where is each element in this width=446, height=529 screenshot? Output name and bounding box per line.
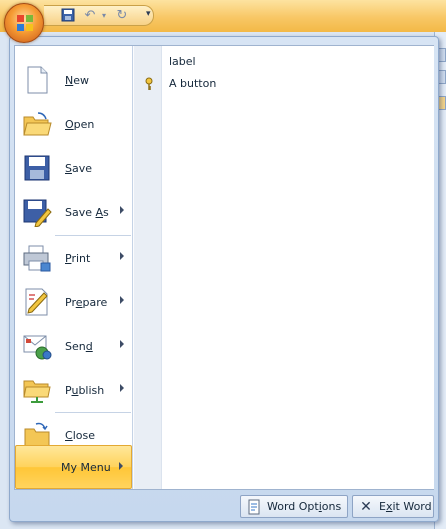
menu-item-label: Send <box>65 339 93 353</box>
submenu-label: label <box>169 55 196 68</box>
word-options-label: Word Options <box>267 500 342 513</box>
quick-access-toolbar: ↶ ▾ ↻ ▾ <box>0 0 446 32</box>
submenu-arrow-icon <box>120 296 124 304</box>
office-button[interactable] <box>4 3 44 43</box>
menu-item-label: My Menu <box>61 460 111 474</box>
menu-item-open[interactable]: Open <box>16 102 132 146</box>
submenu-arrow-icon <box>120 206 124 214</box>
exit-word-button[interactable]: ✕ Exit Word <box>352 495 434 518</box>
menu-command-list: New Open Save Save As Print Prepare Send… <box>15 46 133 489</box>
exit-word-label: Exit Word <box>379 500 432 513</box>
menu-item-send[interactable]: Send <box>16 324 132 368</box>
menu-item-label: Save <box>65 161 93 175</box>
undo-dropdown-icon[interactable]: ▾ <box>96 8 112 24</box>
menu-item-label: Publish <box>65 383 105 397</box>
menu-item-label: Print <box>65 251 91 265</box>
redo-icon[interactable]: ↻ <box>114 8 130 24</box>
prepare-pencil-icon <box>22 287 52 317</box>
menu-item-publish[interactable]: Publish <box>16 368 132 412</box>
submenu-a-button[interactable]: A button <box>169 77 216 90</box>
submenu-arrow-icon <box>120 340 124 348</box>
send-mail-icon <box>22 331 52 361</box>
office-menu-body: New Open Save Save As Print Prepare Send… <box>14 45 434 490</box>
submenu-arrow-icon <box>119 462 123 470</box>
office-logo-icon <box>17 15 33 31</box>
save-icon[interactable] <box>60 8 76 24</box>
menu-item-my-menu[interactable]: My Menu <box>15 445 132 489</box>
printer-icon <box>22 243 52 273</box>
close-icon: ✕ <box>360 498 372 515</box>
menu-item-save[interactable]: Save <box>16 146 132 190</box>
menu-item-save-as[interactable]: Save As <box>16 190 132 234</box>
menu-item-label: Prepare <box>65 295 108 309</box>
menu-item-label: Save As <box>65 205 109 219</box>
customize-toolbar-icon[interactable]: ▾ <box>146 9 151 19</box>
word-options-button[interactable]: Word Options <box>240 495 348 518</box>
submenu-arrow-icon <box>120 252 124 260</box>
open-folder-icon <box>22 109 52 139</box>
menu-item-label: Close <box>65 428 95 442</box>
menu-item-label: Open <box>65 117 95 131</box>
publish-folder-icon <box>22 375 52 405</box>
menu-item-new[interactable]: New <box>16 58 132 102</box>
submenu-icon-gutter <box>134 46 162 489</box>
menu-item-prepare[interactable]: Prepare <box>16 280 132 324</box>
submenu-pane: label A button <box>134 46 434 489</box>
submenu-arrow-icon <box>120 384 124 392</box>
save-disk-icon <box>22 153 52 183</box>
menu-item-print[interactable]: Print <box>16 236 132 280</box>
menu-item-label: New <box>65 73 89 87</box>
office-menu: New Open Save Save As Print Prepare Send… <box>9 36 439 522</box>
new-document-icon <box>22 65 52 95</box>
save-as-icon <box>22 197 52 228</box>
key-icon <box>143 77 155 91</box>
options-icon <box>246 499 262 515</box>
